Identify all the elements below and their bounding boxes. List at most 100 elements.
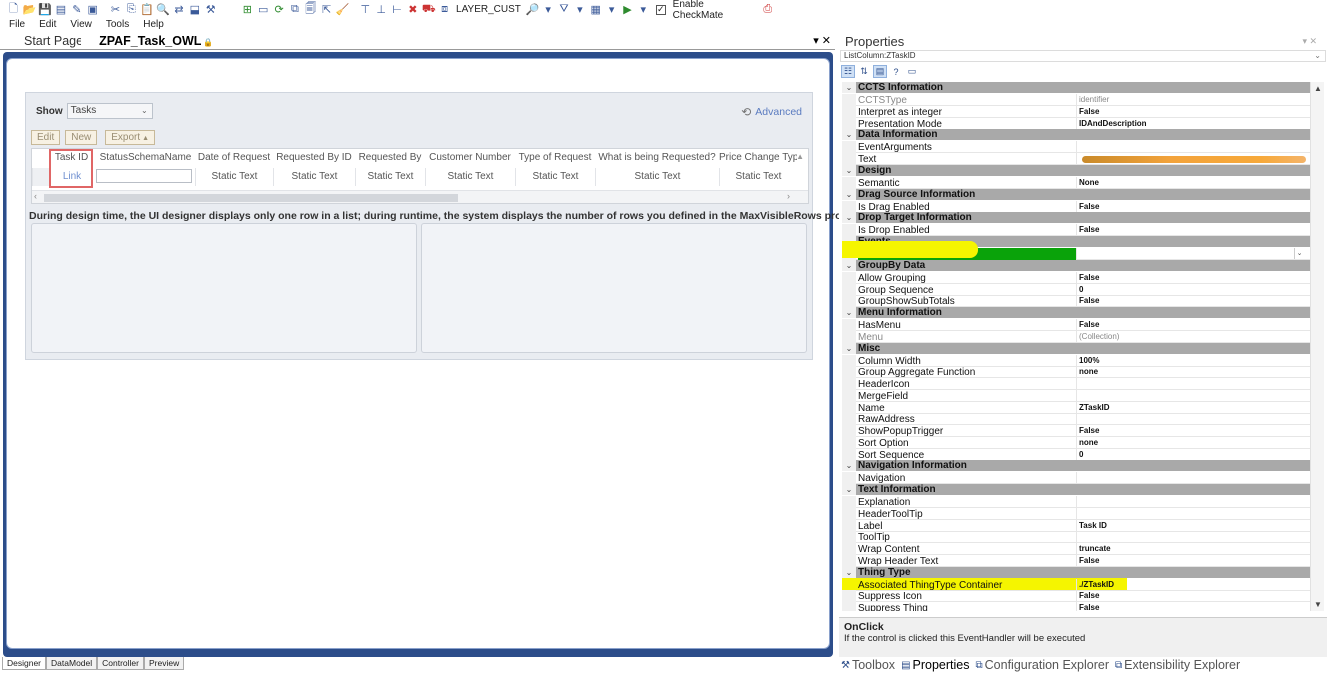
tab-designer[interactable]: Designer xyxy=(2,657,47,670)
property-value[interactable]: None xyxy=(1076,176,1310,189)
property-value[interactable] xyxy=(1076,413,1310,426)
dropdown-icon[interactable]: ▾ xyxy=(541,2,556,17)
menu-tools[interactable]: Tools xyxy=(106,19,129,34)
scroll-left-icon[interactable]: ‹ xyxy=(34,191,37,201)
property-row[interactable]: GroupShowSubTotals False xyxy=(842,295,1310,308)
property-value[interactable] xyxy=(1076,141,1310,154)
tab-configuration-explorer[interactable]: ⧉ Configuration Explorer xyxy=(976,658,1110,672)
row-selector[interactable] xyxy=(32,168,49,186)
tab-datamodel[interactable]: DataModel xyxy=(46,657,98,670)
property-row[interactable]: Column Width 100% xyxy=(842,354,1310,367)
property-value[interactable]: False xyxy=(1076,200,1310,213)
property-row[interactable]: Text xyxy=(842,153,1310,165)
property-category[interactable]: ⌄ Thing Type xyxy=(842,566,1310,578)
property-pages-icon[interactable]: ▭ xyxy=(905,65,919,78)
property-category[interactable]: ⌄ Navigation Information xyxy=(842,460,1310,472)
chevron-down-icon[interactable]: ▾ xyxy=(813,35,819,47)
property-category[interactable]: ⌄ Data Information xyxy=(842,129,1310,141)
property-value[interactable]: False xyxy=(1076,295,1310,308)
property-row[interactable]: Group Sequence 0 xyxy=(842,283,1310,296)
scroll-right-icon[interactable]: › xyxy=(787,191,790,201)
advanced-link[interactable]: ⟲ Advanced xyxy=(741,105,802,119)
property-row[interactable]: Is Drag Enabled False xyxy=(842,200,1310,213)
property-row[interactable]: Menu (Collection) xyxy=(842,330,1310,343)
cut-icon[interactable]: ✂ xyxy=(108,2,123,17)
collapse-icon[interactable]: ⌄ xyxy=(842,164,856,176)
scroll-down-icon[interactable]: ▼ xyxy=(1314,600,1322,609)
find-icon[interactable]: 🔍 xyxy=(156,2,171,17)
panel-controls[interactable]: ▾ ✕ xyxy=(1302,36,1317,47)
tab-preview[interactable]: Preview xyxy=(144,657,185,670)
help-icon[interactable]: ? xyxy=(889,65,903,78)
refresh-icon[interactable]: ⟳ xyxy=(272,2,287,17)
scroll-up-icon[interactable]: ▲ xyxy=(1314,84,1322,93)
dropdown-icon[interactable]: ▾ xyxy=(572,2,587,17)
property-row[interactable]: RawAddress xyxy=(842,413,1310,426)
report-icon[interactable]: ⎙ xyxy=(760,2,775,17)
replace-icon[interactable]: ⇄ xyxy=(172,2,187,17)
property-row[interactable]: Suppress Thing False xyxy=(842,602,1310,611)
categorized-icon[interactable]: ☷ xyxy=(841,65,855,78)
property-category[interactable]: ⌄ CCTS Information xyxy=(842,82,1310,93)
property-category[interactable]: ⌄ GroupBy Data xyxy=(842,259,1310,271)
property-row[interactable]: ToolTip xyxy=(842,531,1310,544)
tab-extensibility-explorer[interactable]: ⧉ Extensibility Explorer xyxy=(1115,658,1240,672)
edit-icon[interactable]: ✎ xyxy=(69,2,84,17)
layer-label[interactable]: LAYER_CUST xyxy=(456,4,521,15)
property-value[interactable]: False xyxy=(1076,602,1310,611)
column-header-requested-by[interactable]: Requested By xyxy=(355,149,425,166)
property-category[interactable]: ⌄ Drop Target Information xyxy=(842,212,1310,224)
property-value[interactable]: identifier xyxy=(1076,94,1310,106)
collapse-icon[interactable]: ⌄ xyxy=(842,188,856,200)
property-value[interactable]: Task ID xyxy=(1076,519,1310,532)
property-value[interactable]: none xyxy=(1076,436,1310,449)
collapse-icon[interactable]: ⌄ xyxy=(842,82,856,93)
menu-view[interactable]: View xyxy=(70,19,92,34)
activate-icon[interactable]: ▣ xyxy=(85,2,100,17)
property-row[interactable]: Wrap Content truncate xyxy=(842,543,1310,555)
property-value[interactable] xyxy=(1076,496,1310,508)
property-value[interactable] xyxy=(1076,378,1310,390)
property-row[interactable]: HasMenu False xyxy=(842,319,1310,331)
column-header-price-change[interactable]: Price Change Typ xyxy=(719,149,797,166)
property-value[interactable]: truncate xyxy=(1076,543,1310,555)
property-category[interactable]: ⌄ Text Information xyxy=(842,484,1310,495)
check-in-icon[interactable]: ⬓ xyxy=(187,2,202,17)
checkmate-checkbox[interactable]: ✓ xyxy=(655,4,666,15)
property-row[interactable]: Name ZTaskID xyxy=(842,401,1310,414)
property-value[interactable]: False xyxy=(1076,271,1310,284)
column-header-customer-number[interactable]: Customer Number xyxy=(425,149,515,166)
tab-properties[interactable]: ▤ Properties xyxy=(901,658,969,672)
column-header-requested-by-id[interactable]: Requested By ID xyxy=(273,149,355,166)
new-button[interactable]: New xyxy=(65,130,98,145)
property-value[interactable]: none xyxy=(1076,366,1310,379)
scroll-thumb[interactable] xyxy=(44,194,458,202)
menu-file[interactable]: File xyxy=(9,19,25,34)
property-row[interactable]: Explanation xyxy=(842,496,1310,508)
window-icon[interactable]: ▭ xyxy=(256,2,271,17)
property-row[interactable]: Allow Grouping False xyxy=(842,271,1310,284)
run-icon[interactable]: ▶ xyxy=(620,2,635,17)
property-value[interactable]: 100% xyxy=(1076,354,1310,367)
property-value[interactable]: False xyxy=(1076,425,1310,437)
property-grid-scrollbar[interactable]: ▲ ▼ xyxy=(1310,82,1324,611)
object-selector[interactable]: ListColumn:ZTaskID ⌄ xyxy=(840,50,1326,62)
property-value[interactable] xyxy=(1076,248,1310,260)
property-row[interactable]: Is Drop Enabled False xyxy=(842,224,1310,237)
property-value[interactable]: False xyxy=(1076,554,1310,567)
property-row[interactable]: Sort Sequence 0 xyxy=(842,448,1310,461)
column-header-type-of-request[interactable]: Type of Request xyxy=(515,149,595,166)
status-schema-input[interactable] xyxy=(96,169,192,183)
hierarchy-icon[interactable]: ⊤ xyxy=(358,2,373,17)
property-value[interactable]: 0 xyxy=(1076,448,1310,461)
property-value[interactable] xyxy=(1076,507,1310,520)
property-value[interactable] xyxy=(1076,389,1310,402)
property-row[interactable]: Presentation Mode IDAndDescription xyxy=(842,117,1310,130)
property-row[interactable]: ShowPopupTrigger False xyxy=(842,425,1310,437)
property-row[interactable]: Wrap Header Text False xyxy=(842,554,1310,567)
edit-button[interactable]: Edit xyxy=(31,130,61,145)
tab-start-page[interactable]: Start Page xyxy=(6,34,89,49)
property-value[interactable]: (Collection) xyxy=(1076,330,1310,343)
new-file-icon[interactable]: 🗋 xyxy=(6,2,21,17)
properties-icon[interactable]: ▤ xyxy=(873,65,887,78)
